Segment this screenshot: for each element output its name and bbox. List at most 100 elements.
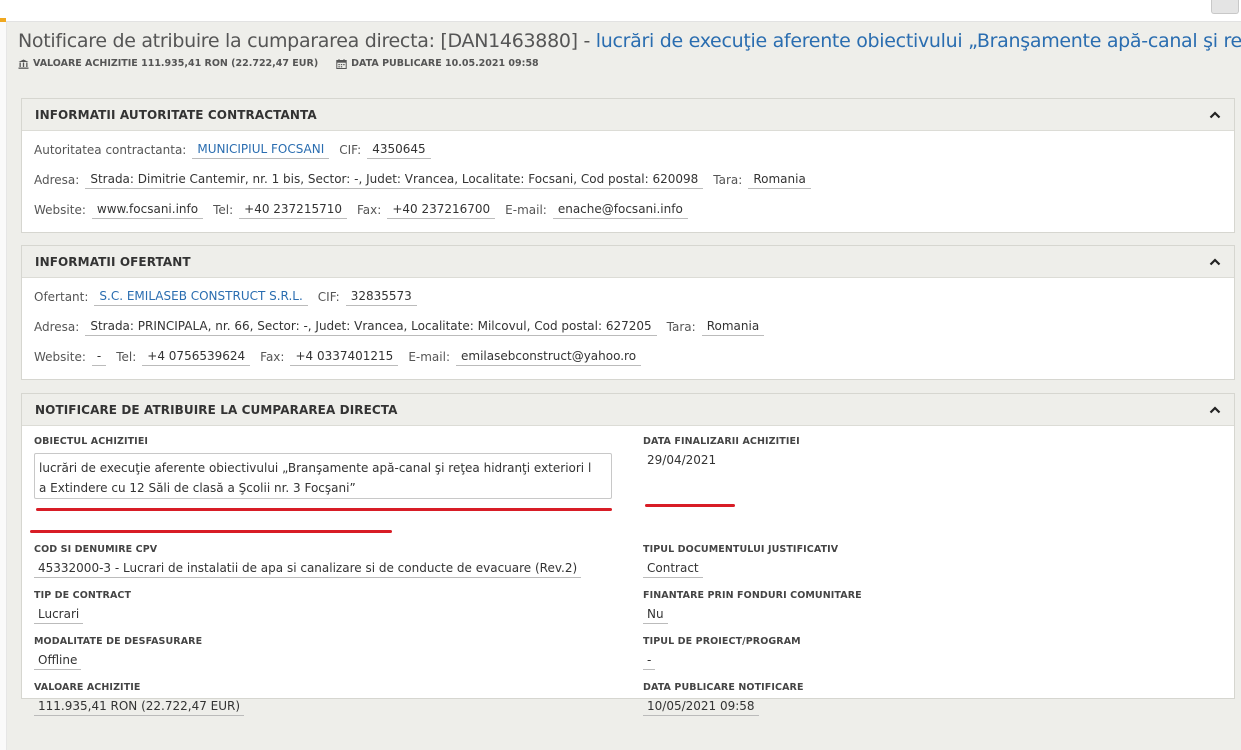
left-strip: [0, 22, 7, 750]
page-header: Notificare de atribuire la cumpararea di…: [18, 28, 1241, 69]
top-bar: [0, 0, 1241, 22]
website-value: www.focsani.info: [91, 202, 204, 219]
autoritate-row-3: Website: www.focsani.info Tel: +40 23721…: [22, 195, 1234, 225]
annotation-underline-2: [30, 530, 392, 533]
field-cpv: COD SI DENUMIRE CPV 45332000-3 - Lucrari…: [34, 544, 582, 578]
field-tipul-document: TIPUL DOCUMENTULUI JUSTIFICATIV Contract: [643, 544, 838, 578]
field-finantare: FINANTARE PRIN FONDURI COMUNITARE Nu: [643, 590, 862, 624]
calendar-icon: [336, 58, 347, 69]
ofertant-fax-value: +4 0337401215: [290, 349, 399, 366]
cpv-value: 45332000-3 - Lucrari de instalatii de ap…: [34, 561, 582, 578]
autoritate-row-2: Adresa: Strada: Dimitrie Cantemir, nr. 1…: [22, 165, 1234, 195]
obiectul-line-1: lucrări de execuţie aferente obiectivulu…: [39, 461, 592, 475]
meta-data-text: DATA PUBLICARE 10.05.2021 09:58: [351, 58, 539, 69]
ofertant-email-label: E-mail:: [408, 350, 450, 364]
field-data-finalizarii: DATA FINALIZARII ACHIZITIEI 29/04/2021: [643, 436, 800, 469]
tipul-proiect-label: TIPUL DE PROIECT/PROGRAM: [643, 636, 801, 647]
modalitate-value: Offline: [34, 653, 82, 670]
tara-value: Romania: [748, 172, 811, 189]
page-title: Notificare de atribuire la cumpararea di…: [18, 28, 1241, 54]
valoare-value: 111.935,41 RON (22.722,47 EUR): [34, 699, 245, 716]
page-title-main: Notificare de atribuire la cumpararea di…: [18, 30, 596, 52]
panel-notificare-title: NOTIFICARE DE ATRIBUIRE LA CUMPARAREA DI…: [35, 402, 398, 417]
tipul-document-value: Contract: [643, 561, 703, 578]
ofertant-tara-value: Romania: [701, 319, 765, 336]
website-label: Website:: [34, 203, 86, 217]
field-modalitate: MODALITATE DE DESFASURARE Offline: [34, 636, 202, 670]
adresa-value: Strada: Dimitrie Cantemir, nr. 1 bis, Se…: [85, 172, 704, 189]
ofertant-adresa-value: Strada: PRINCIPALA, nr. 66, Sector: -, J…: [85, 319, 657, 336]
field-obiectul: OBIECTUL ACHIZITIEI lucrări de execuţie …: [34, 436, 612, 499]
data-publicare-label: DATA PUBLICARE NOTIFICARE: [643, 682, 804, 693]
meta-valoare: VALOARE ACHIZITIE 111.935,41 RON (22.722…: [18, 58, 318, 69]
tip-contract-label: TIP DE CONTRACT: [34, 590, 132, 601]
adresa-label: Adresa:: [34, 173, 80, 187]
notificare-fields: OBIECTUL ACHIZITIEI lucrări de execuţie …: [22, 426, 1234, 716]
bank-icon: [18, 59, 29, 69]
tipul-proiect-value: -: [643, 653, 656, 670]
chevron-up-icon[interactable]: [1208, 110, 1222, 120]
ofertant-website-label: Website:: [34, 350, 86, 364]
data-finalizarii-label: DATA FINALIZARII ACHIZITIEI: [643, 436, 800, 447]
finantare-label: FINANTARE PRIN FONDURI COMUNITARE: [643, 590, 862, 601]
tel-label: Tel:: [213, 203, 234, 217]
tipul-document-label: TIPUL DOCUMENTULUI JUSTIFICATIV: [643, 544, 839, 555]
panel-ofertant-header[interactable]: INFORMATII OFERTANT: [22, 246, 1234, 278]
ofertant-email-value: emilasebconstruct@yahoo.ro: [456, 349, 642, 366]
tip-contract-value: Lucrari: [34, 607, 84, 624]
obiectul-textbox[interactable]: lucrări de execuţie aferente obiectivulu…: [34, 453, 612, 499]
tara-label: Tara:: [713, 173, 743, 187]
ofertant-cif-value: 32835573: [345, 289, 417, 306]
meta-data: DATA PUBLICARE 10.05.2021 09:58: [336, 58, 539, 69]
field-valoare: VALOARE ACHIZITIE 111.935,41 RON (22.722…: [34, 682, 245, 716]
autoritate-label: Autoritatea contractanta:: [34, 143, 187, 157]
panel-autoritate-header[interactable]: INFORMATII AUTORITATE CONTRACTANTA: [22, 99, 1234, 131]
obiectul-label: OBIECTUL ACHIZITIEI: [34, 436, 149, 447]
autoritate-link[interactable]: MUNICIPIUL FOCSANI: [192, 142, 330, 159]
cif-label: CIF:: [339, 143, 362, 157]
finantare-value: Nu: [643, 607, 668, 624]
field-tipul-proiect: TIPUL DE PROIECT/PROGRAM -: [643, 636, 801, 670]
ofertant-tel-label: Tel:: [116, 350, 137, 364]
obiectul-line-2: a Extindere cu 12 Săli de clasă a Şcolii…: [39, 481, 356, 495]
panel-autoritate-title: INFORMATII AUTORITATE CONTRACTANTA: [35, 107, 317, 122]
panel-autoritate: INFORMATII AUTORITATE CONTRACTANTA Autor…: [21, 98, 1235, 233]
ofertant-tel-value: +4 0756539624: [142, 349, 251, 366]
meta-valoare-text: VALOARE ACHIZITIE 111.935,41 RON (22.722…: [33, 58, 319, 69]
ofertant-cif-label: CIF:: [317, 290, 340, 304]
annotation-underline-1: [36, 508, 612, 511]
ofertant-row-1: Ofertant: S.C. EMILASEB CONSTRUCT S.R.L.…: [22, 282, 1234, 312]
field-tip-contract: TIP DE CONTRACT Lucrari: [34, 590, 131, 624]
page-title-subject[interactable]: lucrări de execuţie aferente obiectivulu…: [596, 30, 1241, 52]
panel-ofertant-title: INFORMATII OFERTANT: [35, 254, 191, 269]
panel-notificare-header[interactable]: NOTIFICARE DE ATRIBUIRE LA CUMPARAREA DI…: [22, 394, 1234, 426]
ofertant-fax-label: Fax:: [260, 350, 285, 364]
chevron-up-icon[interactable]: [1208, 405, 1222, 415]
data-finalizarii-value: 29/04/2021: [647, 453, 717, 467]
ofertant-adresa-label: Adresa:: [34, 320, 80, 334]
page-meta: VALOARE ACHIZITIE 111.935,41 RON (22.722…: [18, 58, 1241, 69]
modalitate-label: MODALITATE DE DESFASURARE: [34, 636, 203, 647]
fax-value: +40 237216700: [387, 202, 496, 219]
ofertant-row-3: Website: - Tel: +4 0756539624 Fax: +4 03…: [22, 342, 1234, 372]
email-label: E-mail:: [505, 203, 547, 217]
ofertant-tara-label: Tara:: [666, 320, 696, 334]
ofertant-link[interactable]: S.C. EMILASEB CONSTRUCT S.R.L.: [94, 289, 308, 306]
corner-button[interactable]: [1211, 0, 1239, 14]
data-publicare-value: 10/05/2021 09:58: [643, 699, 759, 716]
ofertant-row-2: Adresa: Strada: PRINCIPALA, nr. 66, Sect…: [22, 312, 1234, 342]
ofertant-website-value: -: [91, 349, 107, 366]
panel-notificare: NOTIFICARE DE ATRIBUIRE LA CUMPARAREA DI…: [21, 393, 1235, 716]
fax-label: Fax:: [357, 203, 382, 217]
tel-value: +40 237215710: [239, 202, 347, 219]
cpv-label: COD SI DENUMIRE CPV: [34, 544, 158, 555]
panel-ofertant: INFORMATII OFERTANT Ofertant: S.C. EMILA…: [21, 245, 1235, 380]
valoare-label: VALOARE ACHIZITIE: [34, 682, 141, 693]
cif-value: 4350645: [367, 142, 431, 159]
field-data-publicare: DATA PUBLICARE NOTIFICARE 10/05/2021 09:…: [643, 682, 804, 716]
ofertant-label: Ofertant:: [34, 290, 89, 304]
chevron-up-icon[interactable]: [1208, 257, 1222, 267]
autoritate-row-1: Autoritatea contractanta: MUNICIPIUL FOC…: [22, 135, 1234, 165]
annotation-underline-3: [645, 504, 735, 507]
email-value: enache@focsani.info: [552, 202, 688, 219]
